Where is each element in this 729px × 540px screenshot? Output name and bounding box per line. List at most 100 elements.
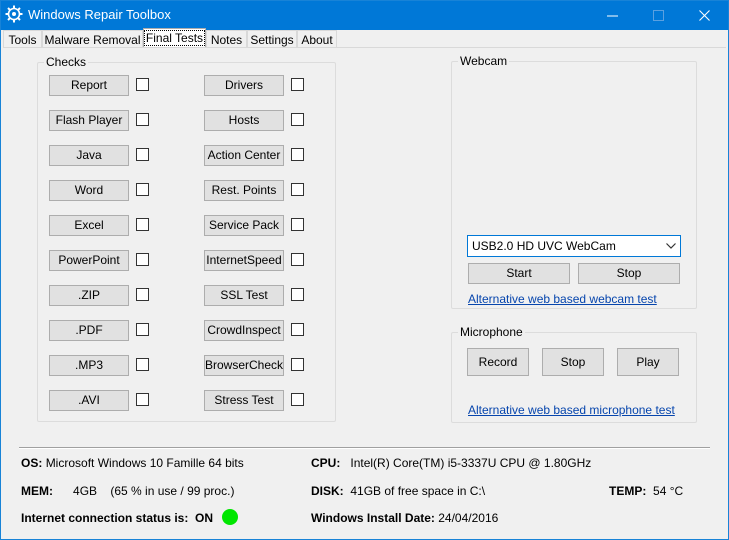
tab-malware-removal[interactable]: Malware Removal: [42, 30, 143, 48]
temp-value: 54 °C: [653, 484, 684, 498]
tab-label: About: [301, 33, 333, 47]
drivers-checkbox[interactable]: [291, 78, 304, 91]
cpu-info: CPU: Intel(R) Core(TM) i5-3337U CPU @ 1.…: [311, 456, 591, 470]
install-label: Windows Install Date:: [311, 511, 435, 525]
tab-label: Tools: [8, 33, 37, 47]
close-icon: [699, 10, 710, 21]
tab-tools[interactable]: Tools: [3, 30, 42, 48]
powerpoint-button[interactable]: PowerPoint: [49, 250, 129, 271]
tab-label: Final Tests: [143, 30, 206, 46]
crowdinspect-button[interactable]: CrowdInspect: [204, 320, 284, 341]
mem-label: MEM:: [21, 484, 53, 498]
mem-value: 4GB: [73, 484, 98, 498]
word-button[interactable]: Word: [49, 180, 129, 201]
zip-button[interactable]: .ZIP: [49, 285, 129, 306]
tab-settings[interactable]: Settings: [247, 30, 297, 48]
temp-label: TEMP:: [609, 484, 647, 498]
stress-test-checkbox[interactable]: [291, 393, 304, 406]
tab-final-tests[interactable]: Final Tests: [143, 28, 206, 48]
gear-wrench-icon: [5, 5, 23, 23]
temp-info: TEMP: 54 °C: [609, 484, 683, 498]
close-button[interactable]: [682, 1, 728, 30]
internet-label: Internet connection status is:: [21, 511, 189, 525]
rest-points-checkbox[interactable]: [291, 183, 304, 196]
maximize-button[interactable]: [636, 1, 682, 30]
zip-checkbox[interactable]: [136, 288, 149, 301]
word-checkbox[interactable]: [136, 183, 149, 196]
rest-points-button[interactable]: Rest. Points: [204, 180, 284, 201]
internet-speed-checkbox[interactable]: [291, 253, 304, 266]
play-button[interactable]: Play: [617, 348, 679, 376]
excel-checkbox[interactable]: [136, 218, 149, 231]
divider: [19, 447, 710, 449]
microphone-group-label: Microphone: [458, 325, 525, 339]
flash-player-button[interactable]: Flash Player: [49, 110, 129, 131]
avi-button[interactable]: .AVI: [49, 390, 129, 411]
os-info: OS: Microsoft Windows 10 Famille 64 bits: [21, 456, 244, 470]
avi-checkbox[interactable]: [136, 393, 149, 406]
record-button[interactable]: Record: [467, 348, 529, 376]
mic-stop-button[interactable]: Stop: [542, 348, 604, 376]
report-checkbox[interactable]: [136, 78, 149, 91]
cpu-value: Intel(R) Core(TM) i5-3337U CPU @ 1.80GHz: [350, 456, 592, 470]
browsercheck-button[interactable]: BrowserCheck: [204, 355, 284, 376]
disk-value: 41GB of free space in C:\: [350, 484, 486, 498]
disk-info: DISK: 41GB of free space in C:\: [311, 484, 485, 498]
tab-label: Notes: [210, 33, 243, 47]
flash-player-checkbox[interactable]: [136, 113, 149, 126]
java-button[interactable]: Java: [49, 145, 129, 166]
title-bar[interactable]: Windows Repair Toolbox: [1, 1, 728, 30]
mem-info: MEM: 4GB (65 % in use / 99 proc.): [21, 484, 234, 498]
microphone-alt-link[interactable]: Alternative web based microphone test: [468, 403, 675, 417]
webcam-device-value: USB2.0 HD UVC WebCam: [472, 239, 616, 253]
chevron-down-icon: [666, 243, 676, 249]
cpu-label: CPU:: [311, 456, 341, 470]
internet-value: ON: [195, 511, 214, 525]
hosts-checkbox[interactable]: [291, 113, 304, 126]
minimize-icon: [607, 15, 618, 17]
ssl-test-button[interactable]: SSL Test: [204, 285, 284, 306]
hosts-button[interactable]: Hosts: [204, 110, 284, 131]
webcam-stop-button[interactable]: Stop: [578, 263, 680, 284]
webcam-device-select[interactable]: USB2.0 HD UVC WebCam: [467, 235, 681, 257]
webcam-group-label: Webcam: [458, 54, 510, 68]
main-window: Windows Repair Toolbox Tools Malware Rem…: [0, 0, 729, 540]
excel-button[interactable]: Excel: [49, 215, 129, 236]
report-button[interactable]: Report: [49, 75, 129, 96]
pdf-button[interactable]: .PDF: [49, 320, 129, 341]
action-center-checkbox[interactable]: [291, 148, 304, 161]
status-indicator-icon: [222, 509, 238, 525]
service-pack-checkbox[interactable]: [291, 218, 304, 231]
checks-group-label: Checks: [44, 55, 89, 69]
crowdinspect-checkbox[interactable]: [291, 323, 304, 336]
mem-usage: (65 % in use / 99 proc.): [110, 484, 235, 498]
install-value: 24/04/2016: [438, 511, 499, 525]
ssl-test-checkbox[interactable]: [291, 288, 304, 301]
drivers-button[interactable]: Drivers: [204, 75, 284, 96]
tab-notes[interactable]: Notes: [206, 30, 247, 48]
browsercheck-checkbox[interactable]: [291, 358, 304, 371]
powerpoint-checkbox[interactable]: [136, 253, 149, 266]
internet-status: Internet connection status is: ON: [21, 511, 213, 525]
tab-label: Malware Removal: [44, 33, 141, 47]
internet-speed-button[interactable]: InternetSpeed: [204, 250, 284, 271]
stress-test-button[interactable]: Stress Test: [204, 390, 284, 411]
webcam-alt-link[interactable]: Alternative web based webcam test: [468, 292, 657, 306]
webcam-start-button[interactable]: Start: [468, 263, 570, 284]
tab-label: Settings: [250, 33, 294, 47]
maximize-icon: [653, 10, 664, 21]
os-value: Microsoft Windows 10 Famille 64 bits: [45, 456, 244, 470]
disk-label: DISK:: [311, 484, 344, 498]
java-checkbox[interactable]: [136, 148, 149, 161]
service-pack-button[interactable]: Service Pack: [204, 215, 284, 236]
install-date-info: Windows Install Date: 24/04/2016: [311, 511, 498, 525]
mp3-checkbox[interactable]: [136, 358, 149, 371]
tab-strip: Tools Malware Removal Final Tests Notes …: [1, 28, 728, 48]
mp3-button[interactable]: .MP3: [49, 355, 129, 376]
pdf-checkbox[interactable]: [136, 323, 149, 336]
minimize-button[interactable]: [590, 1, 636, 30]
tab-about[interactable]: About: [297, 30, 337, 48]
window-title: Windows Repair Toolbox: [28, 7, 171, 22]
action-center-button[interactable]: Action Center: [204, 145, 284, 166]
os-label: OS:: [21, 456, 43, 470]
